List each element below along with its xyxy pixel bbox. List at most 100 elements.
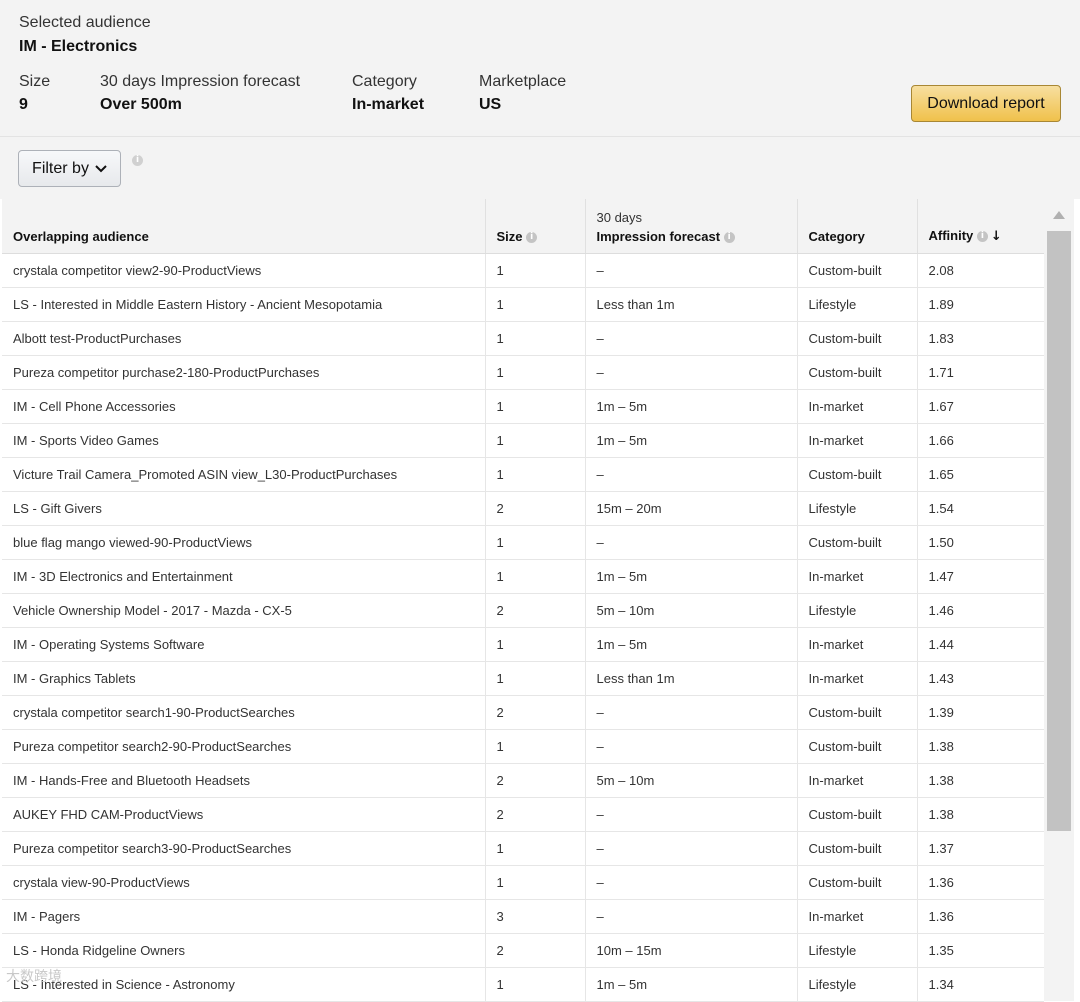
size-cell: 2 [484,695,585,730]
affinity-cell: 1.44 [916,627,1044,662]
stat-forecast-value: Over 500m [100,96,182,113]
forecast-cell: – [584,797,797,832]
stat-marketplace-label: Marketplace [479,73,567,90]
affinity-cell: 1.39 [916,695,1044,730]
category-cell: Custom-built [796,729,917,764]
audience-name-cell: Albott test-ProductPurchases [2,321,485,356]
table-row[interactable]: IM - Graphics Tablets 1 Less than 1m In-mar… [2,661,1044,696]
forecast-cell: Less than 1m [584,661,797,696]
audience-name-cell: Pureza competitor purchase2-180-ProductP… [2,355,485,390]
size-cell: 2 [484,763,585,798]
arrow-down-icon[interactable]: ↓ [991,229,1002,244]
column-header-affinity[interactable]: Affinity i ↓ [916,199,1044,254]
table-row[interactable]: AUKEY FHD CAM-ProductViews 2– Custom-built… [2,797,1044,832]
size-cell: 2 [484,593,585,628]
category-cell: Lifestyle [796,967,917,1002]
scroll-up-arrow-icon[interactable] [1053,211,1065,219]
size-cell: 2 [484,797,585,832]
scrollbar-thumb[interactable] [1047,231,1071,831]
table-row[interactable]: Pureza competitor search3-90-ProductSear… [2,831,1044,866]
table-row[interactable]: IM - Sports Video Games 1 1m – 5m In-market… [2,423,1044,458]
affinity-cell: 1.35 [916,933,1044,968]
selected-audience-name: IM - Electronics [19,38,138,55]
table-row[interactable]: LS - Gift Givers 2 15m – 20m Lifestyle 1.54 [2,491,1044,526]
forecast-cell: – [584,899,797,934]
audience-name-cell: IM - Operating Systems Software [2,627,485,662]
affinity-cell: 1.38 [916,729,1044,764]
table-row[interactable]: LS - Interested in Middle Eastern Histor… [2,287,1044,322]
size-cell: 1 [484,967,585,1002]
affinity-cell: 1.36 [916,865,1044,900]
column-header-size[interactable]: Size i [484,199,585,254]
column-header-audience[interactable]: Overlapping audience [2,199,485,254]
size-cell: 3 [484,899,585,934]
info-icon[interactable]: i [132,155,143,166]
size-cell: 2 [484,491,585,526]
table-row[interactable]: Vehicle Ownership Model - 2017 - Mazda -… [2,593,1044,628]
affinity-cell: 1.38 [916,763,1044,798]
stat-size: Size 9 [19,73,50,114]
table-row[interactable]: IM - Operating Systems Software 1 1m – 5m I… [2,627,1044,662]
category-cell: In-market [796,899,917,934]
table-row[interactable]: blue flag mango viewed-90-ProductViews 1–… [2,525,1044,560]
stat-category: Category In-market [352,73,424,114]
forecast-cell: 1m – 5m [584,423,797,458]
stat-size-label: Size [19,73,51,90]
category-cell: Custom-built [796,525,917,560]
table-row[interactable]: LS - Honda Ridgeline Owners 2 10m – 15m Lif… [2,933,1044,968]
category-cell: In-market [796,661,917,696]
category-cell: In-market [796,763,917,798]
table-row[interactable]: crystala competitor search1-90-ProductSe… [2,695,1044,730]
size-cell: 1 [484,423,585,458]
table-row[interactable]: Pureza competitor purchase2-180-ProductP… [2,355,1044,390]
filter-by-dropdown[interactable]: Filter by [18,150,121,187]
column-header-category[interactable]: Category [796,199,917,254]
affinity-cell: 1.83 [916,321,1044,356]
forecast-cell: – [584,831,797,866]
affinity-cell: 2.08 [916,253,1044,288]
table-row[interactable]: IM - Cell Phone Accessories 1 1m – 5m In-ma… [2,389,1044,424]
affinity-cell: 1.71 [916,355,1044,390]
category-cell: Custom-built [796,797,917,832]
table-row[interactable]: crystala view-90-ProductViews 1– Custom-bu… [2,865,1044,900]
table-row[interactable]: LS - Interested in Science - Astronomy 1 1… [2,967,1044,1002]
table-row[interactable]: IM - Pagers 3– In-market 1.36 [2,899,1044,934]
size-cell: 1 [484,355,585,390]
audience-name-cell: Victure Trail Camera_Promoted ASIN view_… [2,457,485,492]
table-header-row: Overlapping audience Size i 30 days Impre… [2,199,1044,254]
table-row[interactable]: crystala competitor view2-90-ProductView… [2,253,1044,288]
category-cell: Custom-built [796,865,917,900]
forecast-cell: 5m – 10m [584,763,797,798]
audience-name-cell: Vehicle Ownership Model - 2017 - Mazda -… [2,593,485,628]
column-header-forecast[interactable]: 30 days Impression forecast i [584,199,797,254]
category-cell: Custom-built [796,355,917,390]
audience-name-cell: IM - Pagers [2,899,485,934]
table-row[interactable]: Albott test-ProductPurchases 1– Custom-bui… [2,321,1044,356]
category-cell: Lifestyle [796,287,917,322]
forecast-cell: 15m – 20m [584,491,797,526]
table-row[interactable]: Pureza competitor search2-90-ProductSear… [2,729,1044,764]
table-row[interactable]: IM - Hands-Free and Bluetooth Headsets 2 5… [2,763,1044,798]
watermark: 大数跨境 [6,968,62,984]
forecast-cell: 5m – 10m [584,593,797,628]
info-icon[interactable]: i [723,231,735,243]
affinity-cell: 1.65 [916,457,1044,492]
audience-name-cell: LS - Honda Ridgeline Owners [2,933,485,968]
audience-name-cell: blue flag mango viewed-90-ProductViews [2,525,485,560]
table-row[interactable]: Victure Trail Camera_Promoted ASIN view_… [2,457,1044,492]
affinity-cell: 1.66 [916,423,1044,458]
audience-name-cell: IM - Sports Video Games [2,423,485,458]
size-cell: 1 [484,389,585,424]
category-cell: In-market [796,423,917,458]
category-cell: Custom-built [796,695,917,730]
audience-name-cell: LS - Gift Givers [2,491,485,526]
table-row[interactable]: IM - 3D Electronics and Entertainment 1 1m… [2,559,1044,594]
info-icon[interactable]: i [976,230,988,242]
stat-marketplace-value: US [479,96,502,113]
download-report-button[interactable]: Download report [911,85,1061,122]
size-cell: 1 [484,253,585,288]
filter-by-label: Filter by [32,159,89,177]
forecast-cell: – [584,321,797,356]
category-cell: Lifestyle [796,933,917,968]
info-icon[interactable]: i [526,231,538,243]
